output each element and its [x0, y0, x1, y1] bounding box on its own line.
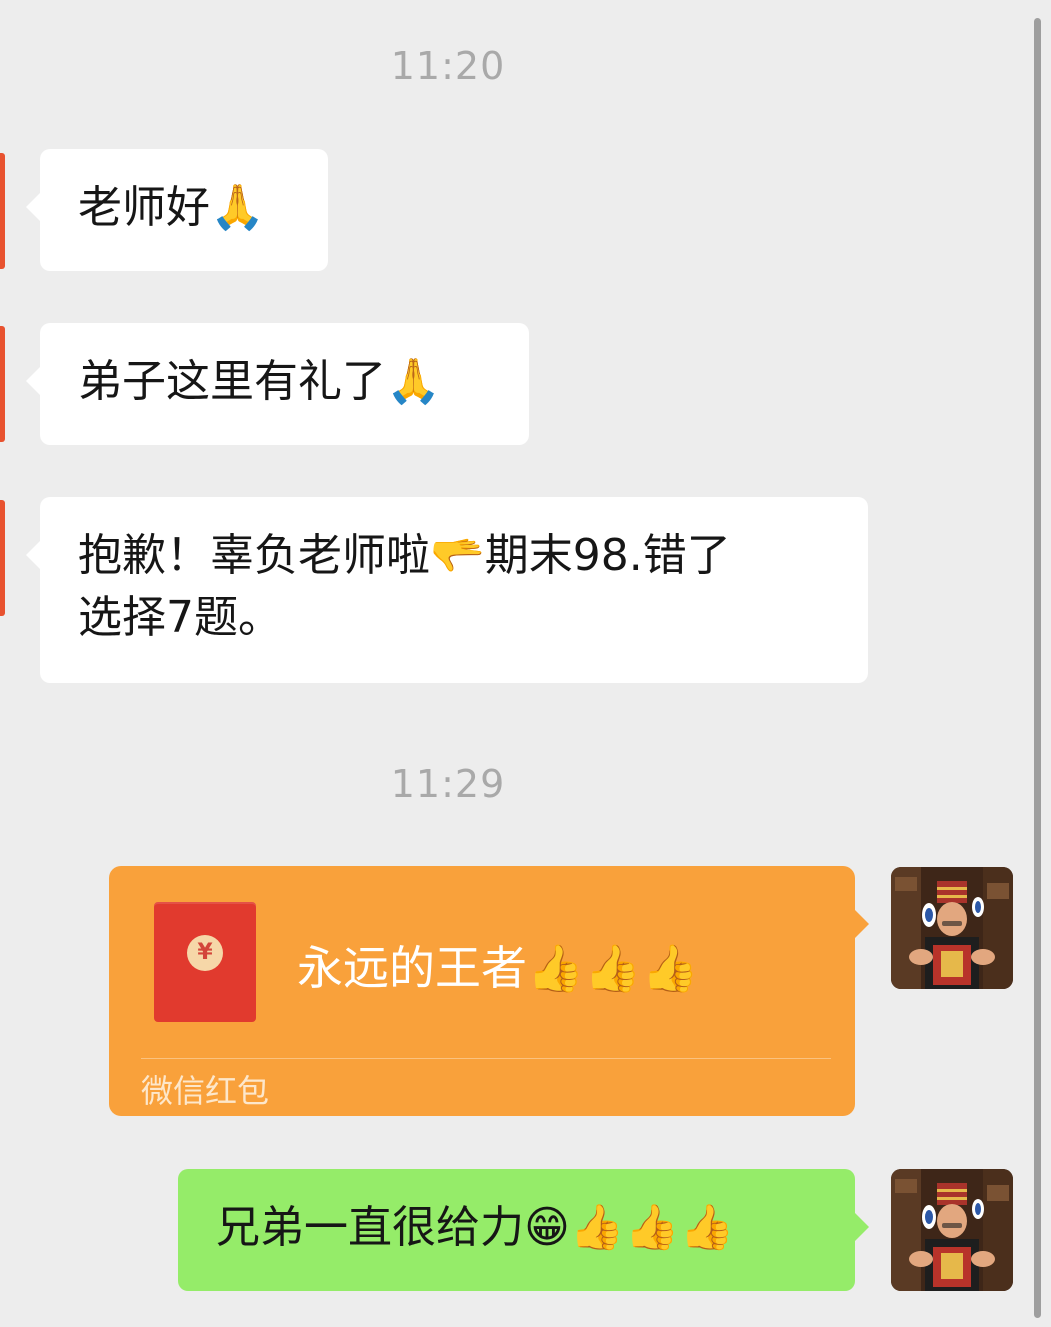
timestamp-2: 11:29: [390, 762, 506, 806]
red-packet-card[interactable]: ¥ 永远的王者👍👍👍 微信红包: [109, 866, 869, 1116]
red-envelope-icon: ¥: [154, 902, 256, 1022]
yuan-icon: ¥: [187, 935, 223, 971]
red-packet-title: 永远的王者👍👍👍: [297, 941, 699, 995]
incoming-message-text-2: 弟子这里有礼了🙏: [78, 356, 441, 407]
incoming-message-text-1: 老师好🙏: [78, 182, 265, 233]
incoming-message-indicator: [0, 153, 5, 269]
incoming-message-bubble-3[interactable]: 抱歉！辜负老师啦🫳期末98.错了 选择7题。: [26, 497, 868, 683]
incoming-message-text-3-line-2: 选择7题。: [78, 592, 282, 643]
timestamp-1: 11:20: [390, 44, 506, 88]
sender-avatar[interactable]: [891, 867, 1013, 989]
incoming-message-text-3-line-1: 抱歉！辜负老师啦🫳期末98.错了: [78, 530, 731, 581]
outgoing-message-bubble[interactable]: 兄弟一直很给力😁👍👍👍: [178, 1169, 869, 1291]
incoming-message-indicator: [0, 500, 5, 616]
incoming-message-bubble-2[interactable]: 弟子这里有礼了🙏: [26, 323, 529, 445]
incoming-message-bubble-1[interactable]: 老师好🙏: [26, 149, 328, 271]
scrollbar[interactable]: [1034, 18, 1041, 1318]
sender-avatar[interactable]: [891, 1169, 1013, 1291]
red-packet-divider: [141, 1058, 831, 1059]
outgoing-message-text: 兄弟一直很给力😁👍👍👍: [216, 1202, 735, 1253]
red-packet-footer: 微信红包: [141, 1072, 270, 1110]
incoming-message-indicator: [0, 326, 5, 442]
